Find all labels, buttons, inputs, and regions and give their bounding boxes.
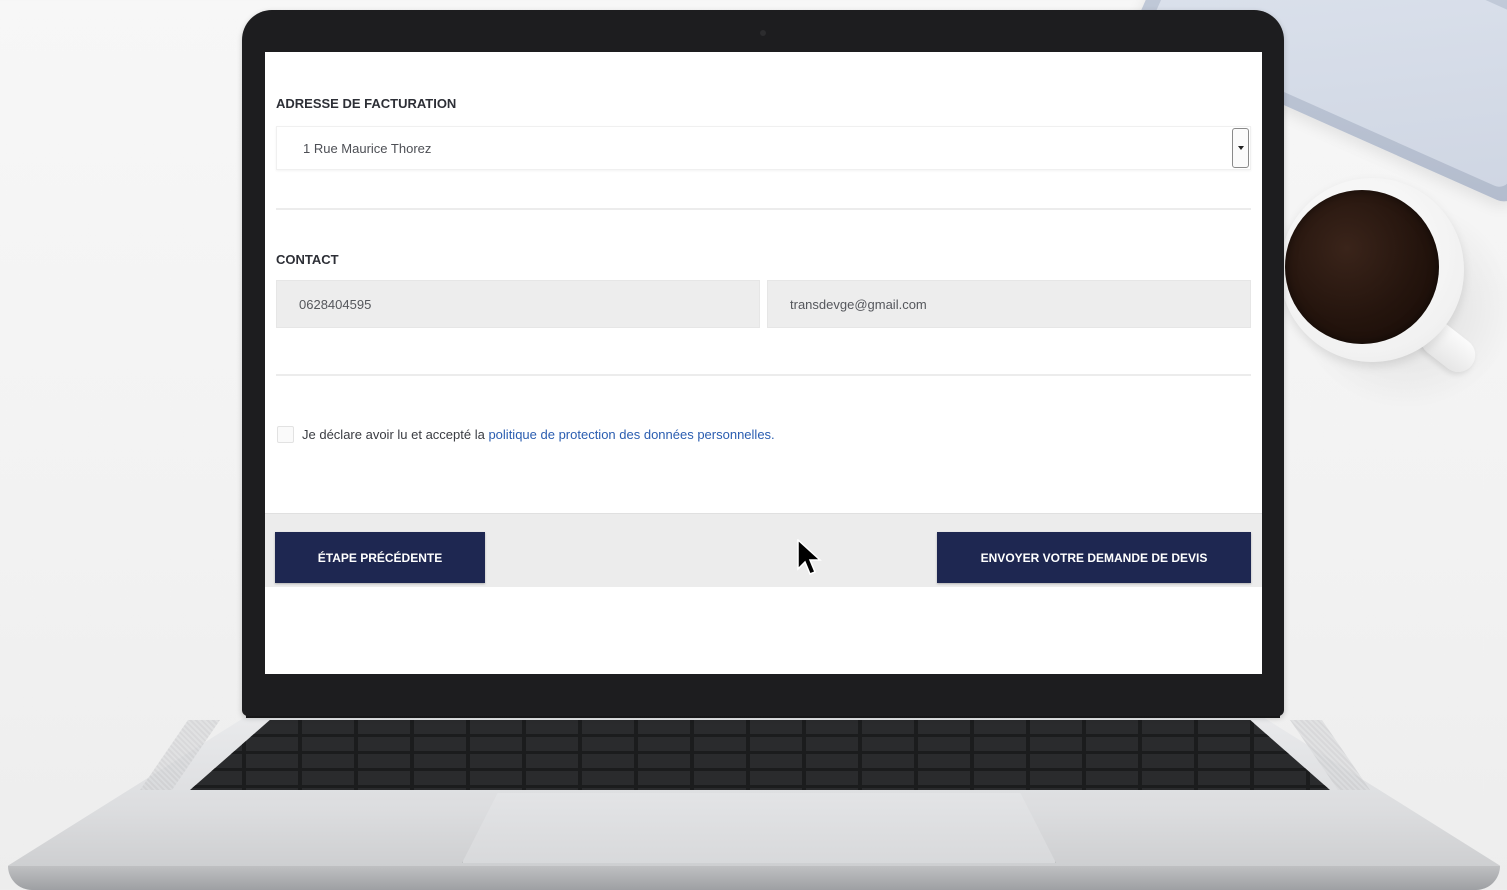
billing-address-value: 1 Rue Maurice Thorez: [303, 141, 432, 156]
section-divider: [276, 208, 1251, 210]
mouse-cursor-icon: [797, 539, 822, 575]
contact-section-title: CONTACT: [276, 252, 339, 267]
phone-value: 0628404595: [299, 297, 372, 312]
trackpad: [462, 793, 1056, 863]
coffee: [1285, 190, 1439, 344]
webcam-icon: [760, 30, 766, 36]
previous-step-button[interactable]: ÉTAPE PRÉCÉDENTE: [275, 532, 485, 583]
form-actions-bar: ÉTAPE PRÉCÉDENTE ENVOYER VOTRE DEMANDE D…: [265, 513, 1262, 587]
section-divider: [276, 374, 1251, 376]
privacy-consent-label: Je déclare avoir lu et accepté la politi…: [302, 427, 775, 442]
privacy-consent-checkbox[interactable]: [277, 426, 294, 443]
email-value: transdevge@gmail.com: [790, 297, 927, 312]
phone-field[interactable]: 0628404595: [276, 280, 760, 328]
billing-address-select[interactable]: 1 Rue Maurice Thorez: [276, 126, 1251, 170]
keyboard-keys: [190, 720, 1330, 790]
chevron-down-icon[interactable]: [1232, 128, 1249, 168]
consent-text: Je déclare avoir lu et accepté la: [302, 427, 485, 442]
billing-section-title: ADRESSE DE FACTURATION: [276, 96, 457, 111]
privacy-policy-link[interactable]: politique de protection des données pers…: [488, 427, 774, 442]
laptop-base-front: [8, 866, 1500, 890]
laptop-screen: ADRESSE DE FACTURATION 1 Rue Maurice Tho…: [265, 52, 1262, 674]
submit-quote-button[interactable]: ENVOYER VOTRE DEMANDE DE DEVIS: [937, 532, 1251, 583]
email-field[interactable]: transdevge@gmail.com: [767, 280, 1251, 328]
